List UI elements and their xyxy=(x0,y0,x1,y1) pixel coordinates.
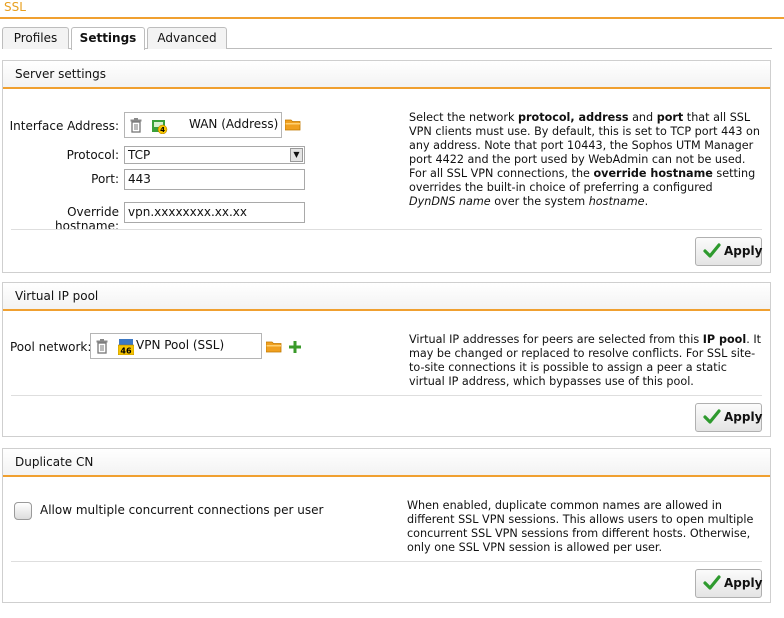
panel-divider xyxy=(11,395,762,396)
allow-multiple-connections-checkbox[interactable] xyxy=(14,502,32,520)
apply-button[interactable]: Apply xyxy=(695,403,762,432)
check-icon xyxy=(703,243,721,258)
svg-text:4: 4 xyxy=(160,126,165,134)
page-title: SSL xyxy=(4,0,26,14)
apply-button[interactable]: Apply xyxy=(695,237,762,266)
interface-address-value: WAN (Address) xyxy=(189,117,279,131)
duplicate-cn-panel: Duplicate CN Allow multiple concurrent c… xyxy=(2,448,771,603)
chevron-down-icon[interactable]: ▼ xyxy=(290,148,303,162)
tab-bar: Profiles Settings Advanced xyxy=(2,27,772,50)
tab-advanced[interactable]: Advanced xyxy=(147,27,227,49)
svg-text:46: 46 xyxy=(120,347,132,356)
pool-network-value: VPN Pool (SSL) xyxy=(136,338,225,352)
trash-icon[interactable] xyxy=(130,118,142,133)
panel-divider xyxy=(11,229,762,230)
protocol-label: Protocol: xyxy=(66,148,119,162)
protocol-select[interactable]: TCP ▼ xyxy=(124,146,305,164)
trash-icon[interactable] xyxy=(96,339,108,354)
panel-divider xyxy=(11,561,762,562)
server-settings-help: Select the network protocol, address and… xyxy=(409,111,760,208)
pool-network-label: Pool network: xyxy=(10,340,92,354)
plus-icon[interactable] xyxy=(289,341,301,353)
protocol-value: TCP xyxy=(128,148,151,162)
port-input[interactable]: 443 xyxy=(124,169,305,190)
allow-multiple-connections-label: Allow multiple concurrent connections pe… xyxy=(40,503,324,517)
check-icon xyxy=(703,409,721,424)
override-hostname-input[interactable]: vpn.xxxxxxxx.xx.xx xyxy=(124,202,305,223)
title-bar: SSL xyxy=(0,0,784,19)
folder-icon[interactable] xyxy=(266,340,282,353)
virtual-ip-pool-help: Virtual IP addresses for peers are selec… xyxy=(409,333,762,388)
duplicate-cn-help: When enabled, duplicate common names are… xyxy=(407,499,754,554)
network-address-icon: 4 xyxy=(152,120,168,134)
server-settings-panel: Server settings Interface Address: 4 WAN… xyxy=(2,60,771,273)
check-icon xyxy=(703,575,721,590)
pool-network-field[interactable]: 46 VPN Pool (SSL) xyxy=(90,333,262,359)
interface-address-field[interactable]: 4 WAN (Address) xyxy=(124,112,282,138)
tab-settings[interactable]: Settings xyxy=(71,27,145,50)
virtual-ip-pool-panel: Virtual IP pool Pool network: 46 VPN Poo… xyxy=(2,282,771,437)
interface-address-label: Interface Address: xyxy=(9,119,119,133)
panel-title: Server settings xyxy=(3,61,770,89)
port-label: Port: xyxy=(91,172,119,186)
apply-button[interactable]: Apply xyxy=(695,569,762,598)
network-pool-icon: 46 xyxy=(118,339,134,355)
tab-profiles[interactable]: Profiles xyxy=(2,27,69,49)
panel-title: Virtual IP pool xyxy=(3,283,770,311)
folder-icon[interactable] xyxy=(285,118,301,131)
panel-title: Duplicate CN xyxy=(3,449,770,477)
